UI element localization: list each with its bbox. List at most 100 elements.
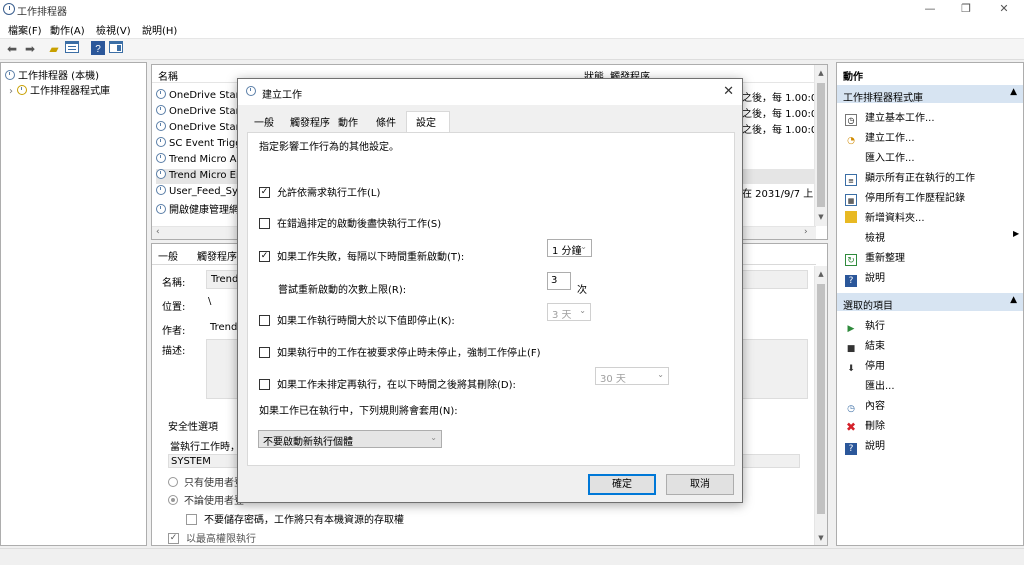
clock-icon bbox=[5, 70, 15, 80]
running-tasks-icon: ≡ bbox=[845, 174, 857, 186]
action-create-task[interactable]: ◔ 建立工作... bbox=[845, 129, 914, 147]
action-run[interactable]: ▶ 執行 bbox=[845, 317, 885, 335]
menu-view[interactable]: 檢視(V) bbox=[96, 22, 131, 37]
stop-duration-combo[interactable]: 3 天 ⌄ bbox=[547, 303, 591, 321]
checkbox-icon bbox=[186, 514, 197, 525]
tree-item-root[interactable]: 工作排程器 (本機) bbox=[5, 67, 99, 82]
tab-general[interactable]: 一般 bbox=[254, 114, 274, 129]
task-scheduler-icon bbox=[3, 3, 15, 15]
actions-section-selected[interactable]: 選取的項目 ▲ bbox=[837, 293, 1023, 312]
chevron-down-icon: ⌄ bbox=[430, 433, 437, 442]
clock-icon bbox=[246, 86, 256, 96]
radio-logged-on[interactable]: 只有使用者登 bbox=[168, 474, 244, 489]
cancel-button[interactable]: 取消 bbox=[666, 474, 734, 495]
description-label: 描述: bbox=[162, 346, 186, 357]
list-vertical-scrollbar[interactable]: ▲ ▼ bbox=[814, 65, 827, 226]
restart-attempts-unit: 次 bbox=[577, 285, 587, 296]
menu-bar: 檔案(F) 動作(A) 檢視(V) 說明(H) bbox=[0, 19, 1024, 39]
task-icon bbox=[156, 185, 166, 195]
tab-triggers[interactable]: 觸發程序 bbox=[290, 114, 330, 129]
help-icon: ? bbox=[845, 275, 857, 287]
action-create-basic-task[interactable]: ◷ 建立基本工作... bbox=[845, 109, 935, 126]
radio-whether-logged-on[interactable]: 不論使用者登 bbox=[168, 492, 244, 507]
tree-item-library[interactable]: › 工作排程器程式庫 bbox=[9, 82, 110, 97]
allow-demand-checkbox[interactable]: 允許依需求執行工作(L) bbox=[259, 184, 380, 199]
tab-settings[interactable]: 設定 bbox=[416, 114, 436, 129]
show-hide-tree-icon[interactable] bbox=[64, 41, 80, 57]
already-running-label: 如果工作已在執行中，下列規則將會套用(N): bbox=[259, 406, 458, 417]
settings-panel: 指定影響工作行為的其他設定。 允許依需求執行工作(L) 在錯過排定的啟動後盡快執… bbox=[247, 132, 735, 466]
restart-interval-combo[interactable]: 1 分鐘 ⌄ bbox=[547, 239, 592, 257]
maximize-button[interactable]: ❐ bbox=[948, 1, 984, 17]
scroll-thumb[interactable] bbox=[817, 83, 825, 207]
close-button[interactable]: ✕ bbox=[986, 1, 1022, 17]
toolbar: ⬅ ➡ ▰ ? bbox=[0, 39, 1024, 60]
help-icon[interactable]: ? bbox=[90, 41, 106, 57]
no-store-password-checkbox[interactable]: 不要儲存密碼，工作將只有本機資源的存取權 bbox=[186, 511, 404, 526]
restart-attempts-input[interactable]: 3 bbox=[547, 272, 571, 290]
delete-icon: ✖ bbox=[845, 420, 857, 434]
action-disable-history[interactable]: ▦ 停用所有工作歷程記錄 bbox=[845, 189, 965, 206]
restart-on-fail-checkbox[interactable]: 如果工作失敗，每隔以下時間重新啟動(T): bbox=[259, 248, 464, 263]
scroll-right-icon[interactable]: › bbox=[804, 227, 808, 237]
scroll-down-icon[interactable]: ▼ bbox=[815, 211, 827, 223]
folder-up-icon[interactable]: ▰ bbox=[46, 41, 62, 57]
scroll-up-icon[interactable]: ▲ bbox=[815, 268, 827, 280]
action-show-running[interactable]: ≡ 顯示所有正在執行的工作 bbox=[845, 169, 975, 186]
menu-file[interactable]: 檔案(F) bbox=[8, 22, 42, 37]
create-task-icon: ◔ bbox=[847, 136, 855, 146]
action-help-selected[interactable]: ? 說明 bbox=[845, 437, 885, 455]
action-new-folder[interactable]: 新增資料夾... bbox=[845, 209, 925, 224]
dialog-title: 建立工作 bbox=[262, 90, 302, 101]
action-properties[interactable]: ◷ 內容 bbox=[845, 397, 885, 415]
back-arrow-icon[interactable]: ⬅ bbox=[4, 41, 20, 57]
ok-button[interactable]: 確定 bbox=[588, 474, 656, 495]
scroll-down-icon[interactable]: ▼ bbox=[815, 532, 827, 544]
chevron-down-icon: ⌄ bbox=[579, 306, 586, 315]
actions-section-library[interactable]: 工作排程器程式庫 ▲ bbox=[837, 85, 1023, 104]
forward-arrow-icon[interactable]: ➡ bbox=[22, 41, 38, 57]
action-refresh[interactable]: ↻ 重新整理 bbox=[845, 249, 905, 266]
run-icon: ▶ bbox=[847, 324, 855, 334]
scroll-up-icon[interactable]: ▲ bbox=[815, 67, 827, 79]
security-run-as-label: 當執行工作時， bbox=[170, 442, 240, 453]
scroll-left-icon[interactable]: ‹ bbox=[156, 227, 160, 237]
tab-general[interactable]: 一般 bbox=[158, 248, 178, 263]
scroll-thumb[interactable] bbox=[817, 284, 825, 514]
action-help[interactable]: ? 說明 bbox=[845, 269, 885, 287]
props-vertical-scrollbar[interactable]: ▲ ▼ bbox=[814, 266, 827, 545]
action-end[interactable]: ■ 結束 bbox=[845, 337, 885, 355]
tab-conditions[interactable]: 條件 bbox=[376, 114, 396, 129]
disable-icon: ⬇ bbox=[847, 364, 855, 374]
delete-after-combo[interactable]: 30 天 ⌄ bbox=[595, 367, 669, 385]
force-stop-checkbox[interactable]: 如果執行中的工作在被要求停止時未停止，強制工作停止(F) bbox=[259, 344, 541, 359]
collapse-up-icon[interactable]: ▲ bbox=[1010, 87, 1017, 97]
delete-if-not-scheduled-checkbox[interactable]: 如果工作未排定再執行，在以下時間之後將其刪除(D): bbox=[259, 376, 516, 391]
task-icon bbox=[156, 105, 166, 115]
stop-if-longer-checkbox[interactable]: 如果工作執行時間大於以下值即停止(K): bbox=[259, 312, 455, 327]
properties-icon: ◷ bbox=[847, 404, 855, 414]
task-icon bbox=[156, 204, 166, 214]
action-delete[interactable]: ✖ 刪除 bbox=[845, 417, 885, 433]
location-value: \ bbox=[208, 296, 212, 307]
column-header-name[interactable]: 名稱 bbox=[158, 68, 178, 83]
task-icon bbox=[156, 121, 166, 131]
action-view[interactable]: 檢視 ▶ bbox=[845, 229, 1019, 244]
menu-help[interactable]: 說明(H) bbox=[142, 22, 177, 37]
radio-selected-icon bbox=[168, 495, 178, 505]
minimize-button[interactable]: — bbox=[912, 1, 948, 17]
tab-actions[interactable]: 動作 bbox=[338, 114, 358, 129]
action-export[interactable]: 匯出... bbox=[845, 377, 895, 392]
expand-chevron-icon[interactable]: › bbox=[9, 86, 13, 97]
highest-privileges-checkbox[interactable]: 以最高權限執行 bbox=[168, 530, 256, 545]
action-import-task[interactable]: 匯入工作... bbox=[845, 149, 915, 164]
collapse-up-icon[interactable]: ▲ bbox=[1010, 295, 1017, 305]
run-after-missed-checkbox[interactable]: 在錯過排定的啟動後盡快執行工作(S) bbox=[259, 215, 441, 230]
already-running-rule-combo[interactable]: 不要啟動新執行個體 ⌄ bbox=[258, 430, 442, 448]
action-disable[interactable]: ⬇ 停用 bbox=[845, 357, 885, 375]
menu-action[interactable]: 動作(A) bbox=[50, 22, 85, 37]
dialog-close-icon[interactable]: ✕ bbox=[723, 84, 734, 99]
tab-triggers[interactable]: 觸發程序 bbox=[197, 248, 237, 263]
actions-pane: 動作 工作排程器程式庫 ▲ ◷ 建立基本工作... ◔ 建立工作... 匯入工作...… bbox=[836, 62, 1024, 546]
show-action-pane-icon[interactable] bbox=[108, 41, 124, 57]
